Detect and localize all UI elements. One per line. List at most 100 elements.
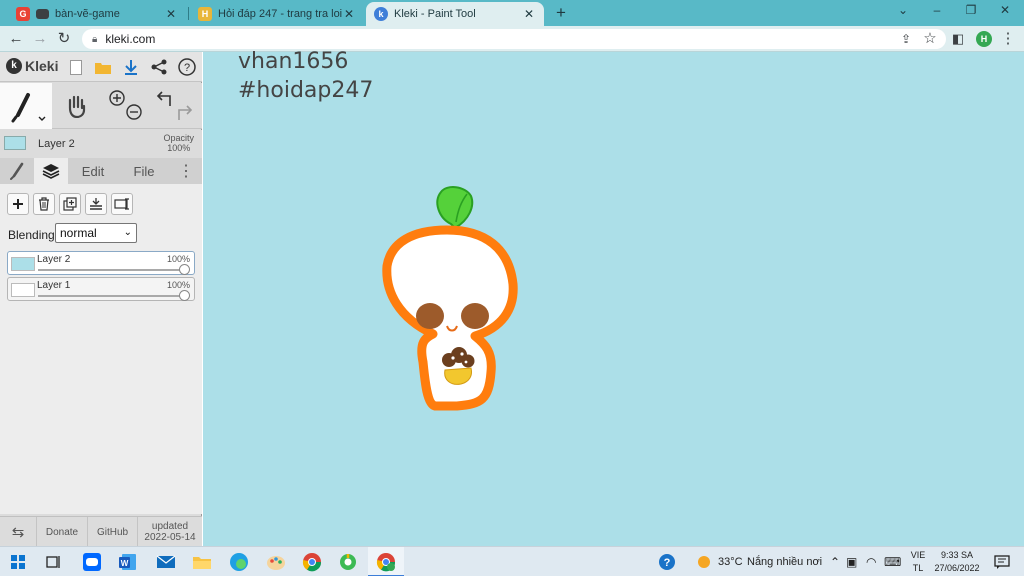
- svg-text:W: W: [121, 559, 129, 568]
- share-icon[interactable]: [150, 58, 168, 76]
- kleki-logo[interactable]: k Kleki: [6, 58, 58, 74]
- more-menu-icon[interactable]: ⋮: [998, 29, 1018, 49]
- notification-icon[interactable]: [990, 550, 1014, 574]
- address-bar: ← → ↻ 🔒︎ kleki.com ⇪ ☆ ◧ H ⋮: [0, 26, 1024, 52]
- hoidap247-favicon-icon: H: [198, 7, 212, 21]
- restore-button[interactable]: ❐: [956, 3, 986, 21]
- task-view-icon[interactable]: [42, 550, 66, 574]
- tab-divider: [188, 7, 189, 20]
- plus-icon: [13, 199, 23, 209]
- drawing-canvas[interactable]: [203, 52, 1024, 546]
- merge-down-icon: [90, 198, 102, 210]
- current-layer-thumbnail: [4, 136, 26, 150]
- blending-select[interactable]: normal ⌄: [55, 223, 137, 243]
- tab-brush[interactable]: [0, 158, 34, 184]
- profile-avatar[interactable]: H: [976, 31, 992, 47]
- donate-link[interactable]: Donate: [37, 517, 88, 547]
- paint-app-icon[interactable]: [264, 550, 288, 574]
- chrome-profile-app-icon[interactable]: [336, 550, 360, 574]
- help-tray-icon[interactable]: ?: [656, 550, 680, 574]
- close-tab-icon[interactable]: ✕: [342, 7, 356, 21]
- more-options-icon[interactable]: ⋮: [170, 158, 202, 184]
- layers-panel: Blending normal ⌄ Layer 2 100% Layer 1 1…: [0, 184, 202, 514]
- weather-temp[interactable]: 33°C: [718, 547, 743, 576]
- reload-icon[interactable]: ↻: [54, 29, 74, 49]
- layer-thumbnail: [11, 257, 35, 271]
- layer-opacity-slider[interactable]: [38, 269, 186, 271]
- svg-text:?: ?: [664, 557, 671, 569]
- layer-opacity: 100%: [166, 254, 190, 264]
- weather-sun-icon[interactable]: [692, 550, 716, 574]
- updated-label: updated: [151, 521, 189, 532]
- close-window-button[interactable]: ✕: [990, 3, 1020, 21]
- layer-item[interactable]: Layer 1 100%: [7, 277, 195, 301]
- bookmark-star-icon[interactable]: ☆: [920, 29, 940, 49]
- new-image-icon[interactable]: [67, 58, 85, 76]
- layer-item[interactable]: Layer 2 100%: [7, 251, 195, 275]
- close-tab-icon[interactable]: ✕: [164, 7, 178, 21]
- blending-label: Blending: [8, 228, 55, 242]
- swap-sides-icon[interactable]: ⇆: [0, 517, 37, 547]
- language-code: VIE: [910, 550, 926, 560]
- url-field[interactable]: 🔒︎ kleki.com: [82, 29, 946, 49]
- canvas-username-text: vhan1656: [238, 49, 349, 74]
- hand-tool-icon[interactable]: [56, 83, 96, 129]
- chrome-active-window-icon[interactable]: [374, 550, 398, 574]
- share-icon[interactable]: ⇪: [896, 29, 916, 49]
- current-layer-opacity: Opacity 100%: [163, 133, 194, 153]
- weather-description[interactable]: Nắng nhiều nơi: [747, 547, 822, 576]
- tab-layers[interactable]: [34, 158, 68, 184]
- chevron-up-icon[interactable]: ⌃: [830, 547, 840, 576]
- download-icon[interactable]: [122, 58, 140, 76]
- updated-info[interactable]: updated 2022-05-14: [138, 517, 202, 547]
- mail-app-icon[interactable]: [154, 550, 178, 574]
- brush-tool-button[interactable]: [0, 83, 52, 129]
- chrome-app-icon[interactable]: [300, 550, 324, 574]
- layer-opacity-slider-handle[interactable]: [179, 264, 190, 275]
- zoom-in-icon: [109, 90, 125, 106]
- zalo-app-icon[interactable]: [80, 550, 104, 574]
- layer-opacity-slider-handle[interactable]: [179, 290, 190, 301]
- brush-tab-icon: [10, 162, 24, 180]
- github-link[interactable]: GitHub: [88, 517, 138, 547]
- kleki-panel-tabs: Edit File ⋮: [0, 158, 202, 184]
- new-tab-button[interactable]: +: [552, 4, 570, 22]
- keyboard-icon[interactable]: ⌨: [884, 547, 901, 576]
- layer-opacity-slider[interactable]: [38, 295, 186, 297]
- open-folder-icon[interactable]: [94, 58, 112, 76]
- file-explorer-icon[interactable]: [190, 550, 214, 574]
- forward-arrow-icon[interactable]: →: [30, 29, 50, 49]
- display-icon[interactable]: ▣: [846, 547, 857, 576]
- input-language[interactable]: VIE TL: [908, 549, 928, 575]
- browser-tab-kleki[interactable]: k Kleki - Paint Tool ✕: [366, 2, 544, 26]
- edge-browser-icon[interactable]: [227, 550, 251, 574]
- delete-layer-button[interactable]: [33, 193, 55, 215]
- browser-tab-hoidap247[interactable]: H Hỏi đáp 247 - trang tra loi ✕: [190, 2, 364, 26]
- windows-start-icon[interactable]: [6, 550, 30, 574]
- word-app-icon[interactable]: W: [116, 550, 140, 574]
- chevron-down-icon: ⌄: [123, 227, 132, 238]
- rename-layer-button[interactable]: [111, 193, 133, 215]
- tab-edit[interactable]: Edit: [68, 158, 118, 184]
- help-icon[interactable]: ?: [178, 58, 196, 76]
- current-layer-strip[interactable]: Layer 2 Opacity 100%: [0, 130, 202, 158]
- close-tab-icon[interactable]: ✕: [522, 7, 536, 21]
- duplicate-layer-button[interactable]: [59, 193, 81, 215]
- kleki-app: k Kleki ? Layer 2 Opacity 100% Edit File…: [0, 52, 1024, 547]
- tab-search-icon[interactable]: ⌄: [888, 3, 918, 21]
- add-layer-button[interactable]: [7, 193, 29, 215]
- current-layer-name: Layer 2: [38, 138, 75, 150]
- orange-character-drawing: [382, 186, 518, 411]
- opacity-value: 100%: [167, 143, 191, 153]
- back-arrow-icon[interactable]: ←: [6, 29, 26, 49]
- minimize-button[interactable]: –: [922, 3, 952, 21]
- chrome-icon: G: [16, 7, 30, 21]
- merge-down-button[interactable]: [85, 193, 107, 215]
- system-clock[interactable]: 9:33 SA 27/06/2022: [934, 549, 980, 575]
- tab-file[interactable]: File: [118, 158, 170, 184]
- lock-icon: 🔒︎: [92, 33, 98, 45]
- browser-tab-ban-ve-game[interactable]: G bàn-vẽ-game ✕: [8, 2, 186, 26]
- side-panel-icon[interactable]: ◧: [948, 29, 968, 49]
- wifi-icon[interactable]: ◠: [866, 547, 876, 576]
- kleki-top-toolbar: k Kleki ?: [0, 52, 202, 82]
